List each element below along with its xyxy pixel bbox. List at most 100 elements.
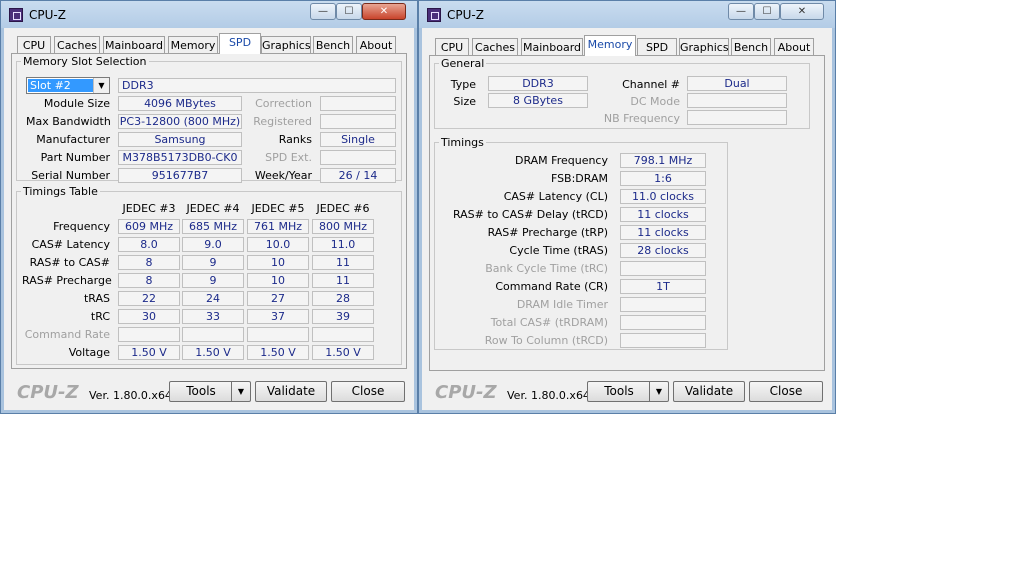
timing-row-label: tRAS — [83, 292, 110, 305]
version-text: Ver. 1.80.0.x64 — [507, 389, 590, 402]
validate-button[interactable]: Validate — [255, 381, 327, 402]
timing-cell: 761 MHz — [247, 219, 309, 234]
timing-cell: 10 — [247, 255, 309, 270]
tab-memory[interactable]: Memory — [584, 35, 636, 56]
tools-button[interactable]: Tools ▼ — [587, 381, 669, 402]
cpuz-app-icon — [9, 8, 23, 22]
title-bar[interactable]: CPU-Z — ☐ ✕ — [1, 1, 417, 28]
tab-mainboard[interactable]: Mainboard — [103, 36, 165, 54]
timing-cell: 27 — [247, 291, 309, 306]
jedec-header: JEDEC #3 — [122, 202, 176, 215]
timing-label: RAS# Precharge (tRP) — [487, 226, 608, 239]
timing-row-label: RAS# to CAS# — [29, 256, 110, 269]
timing-cell: 9.0 — [182, 237, 244, 252]
close-window-button[interactable]: ✕ — [780, 3, 824, 20]
window-title: CPU-Z — [447, 8, 484, 22]
tools-button[interactable]: Tools ▼ — [169, 381, 251, 402]
tools-label: Tools — [604, 384, 634, 398]
timing-label: CAS# Latency (CL) — [503, 190, 608, 203]
timing-cell: 685 MHz — [182, 219, 244, 234]
cpuz-window-memory: CPU-Z — ☐ ✕ CPU Caches Mainboard Memory … — [418, 0, 836, 414]
window-title: CPU-Z — [29, 8, 66, 22]
window-client: CPU Caches Mainboard Memory SPD Graphics… — [425, 28, 829, 407]
maximize-button[interactable]: ☐ — [754, 3, 780, 20]
timing-row-label: Frequency — [53, 220, 110, 233]
timings-list: DRAM Frequency 798.1 MHz FSB:DRAM 1:6 CAS# L… — [430, 56, 826, 372]
timing-cell: 37 — [247, 309, 309, 324]
timing-label: RAS# to CAS# Delay (tRCD) — [452, 208, 608, 221]
validate-button[interactable]: Validate — [673, 381, 745, 402]
close-button[interactable]: Close — [749, 381, 823, 402]
timing-value — [620, 297, 706, 312]
timing-row-label: CAS# Latency — [31, 238, 110, 251]
timing-row-label: RAS# Precharge — [22, 274, 112, 287]
maximize-button[interactable]: ☐ — [336, 3, 362, 20]
timing-label: Total CAS# (tRDRAM) — [490, 316, 608, 329]
timing-cell: 609 MHz — [118, 219, 180, 234]
timing-value — [620, 315, 706, 330]
timing-cell — [182, 327, 244, 342]
timing-value: 11 clocks — [620, 225, 706, 240]
timing-cell: 8 — [118, 255, 180, 270]
title-bar[interactable]: CPU-Z — ☐ ✕ — [419, 1, 835, 28]
tab-caches[interactable]: Caches — [472, 38, 518, 56]
tab-cpu[interactable]: CPU — [17, 36, 51, 54]
cpuz-logo: CPU-Z — [17, 382, 79, 403]
tab-caches[interactable]: Caches — [54, 36, 100, 54]
timing-cell: 28 — [312, 291, 374, 306]
timing-value: 1T — [620, 279, 706, 294]
tab-spd[interactable]: SPD — [637, 38, 677, 56]
timing-cell: 8.0 — [118, 237, 180, 252]
tab-bench[interactable]: Bench — [313, 36, 353, 54]
timing-value: 11 clocks — [620, 207, 706, 222]
minimize-button[interactable]: — — [310, 3, 336, 20]
timing-value: 28 clocks — [620, 243, 706, 258]
tab-graphics[interactable]: Graphics — [679, 38, 729, 56]
tab-memory[interactable]: Memory — [168, 36, 218, 54]
tools-label: Tools — [186, 384, 216, 398]
timing-cell: 10 — [247, 273, 309, 288]
close-window-button[interactable]: ✕ — [362, 3, 406, 20]
version-text: Ver. 1.80.0.x64 — [89, 389, 172, 402]
timing-label: Bank Cycle Time (tRC) — [485, 262, 608, 275]
timing-cell: 800 MHz — [312, 219, 374, 234]
minimize-button[interactable]: — — [728, 3, 754, 20]
timing-value: 1:6 — [620, 171, 706, 186]
timing-row-label: Voltage — [68, 346, 110, 359]
timing-label: DRAM Idle Timer — [516, 298, 608, 311]
tab-graphics[interactable]: Graphics — [261, 36, 311, 54]
timing-cell: 8 — [118, 273, 180, 288]
timing-cell: 1.50 V — [182, 345, 244, 360]
timing-cell: 1.50 V — [312, 345, 374, 360]
timing-cell: 24 — [182, 291, 244, 306]
timing-label: DRAM Frequency — [514, 154, 608, 167]
cpuz-app-icon — [427, 8, 441, 22]
timing-label: Row To Column (tRCD) — [484, 334, 608, 347]
cpuz-logo: CPU-Z — [435, 382, 497, 403]
timing-value: 11.0 clocks — [620, 189, 706, 204]
timing-label: Command Rate (CR) — [495, 280, 608, 293]
timing-cell: 1.50 V — [247, 345, 309, 360]
tab-cpu[interactable]: CPU — [435, 38, 469, 56]
tab-about[interactable]: About — [774, 38, 814, 56]
timing-cell: 30 — [118, 309, 180, 324]
close-button[interactable]: Close — [331, 381, 405, 402]
tools-dropdown-arrow-icon[interactable]: ▼ — [231, 382, 250, 401]
timing-cell: 11 — [312, 273, 374, 288]
timing-cell: 39 — [312, 309, 374, 324]
tab-about[interactable]: About — [356, 36, 396, 54]
tools-dropdown-arrow-icon[interactable]: ▼ — [649, 382, 668, 401]
jedec-header: JEDEC #6 — [316, 202, 370, 215]
timing-cell: 9 — [182, 255, 244, 270]
tab-bench[interactable]: Bench — [731, 38, 771, 56]
timing-row-label: tRC — [90, 310, 110, 323]
timing-value: 798.1 MHz — [620, 153, 706, 168]
timing-cell: 9 — [182, 273, 244, 288]
timing-cell — [312, 327, 374, 342]
window-client: CPU Caches Mainboard Memory SPD Graphics… — [7, 28, 411, 407]
tab-mainboard[interactable]: Mainboard — [521, 38, 583, 56]
timing-label: Cycle Time (tRAS) — [509, 244, 608, 257]
spd-panel: Memory Slot Selection Slot #2 ▼ DDR3 Mod… — [11, 53, 407, 369]
timing-cell — [247, 327, 309, 342]
tab-spd[interactable]: SPD — [219, 33, 261, 54]
